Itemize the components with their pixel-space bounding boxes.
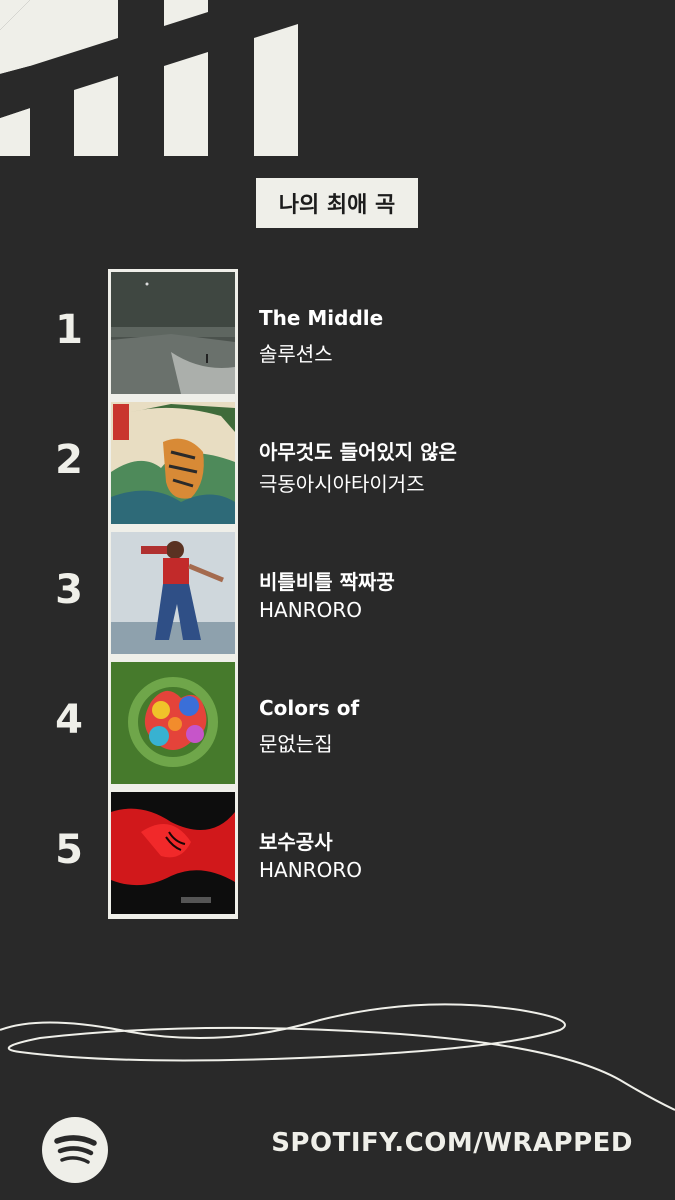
album-art-strip [108, 269, 238, 919]
track-title[interactable]: 아무것도 들어있지 않은 [259, 436, 457, 465]
track-artist[interactable]: 극동아시아타이거즈 [259, 468, 425, 497]
footer-url-link[interactable]: SPOTIFY.COM/WRAPPED [271, 1128, 633, 1158]
album-art-5[interactable] [111, 792, 235, 914]
rank-number: 1 [55, 307, 83, 353]
track-title[interactable]: 비틀비틀 짝짜꿍 [259, 566, 395, 595]
rank-number: 5 [55, 827, 83, 873]
track-title[interactable]: Colors of [259, 696, 359, 720]
track-title[interactable]: The Middle [259, 306, 383, 330]
album-art-3[interactable] [111, 532, 235, 654]
page-title: 나의 최애 곡 [256, 178, 418, 228]
track-artist[interactable]: 솔루션스 [259, 338, 333, 367]
track-artist[interactable]: HANRORO [259, 858, 362, 882]
album-art-4[interactable] [111, 662, 235, 784]
track-title[interactable]: 보수공사 [259, 826, 333, 855]
rank-number: 4 [55, 697, 83, 743]
album-art-2[interactable] [111, 402, 235, 524]
spotify-icon[interactable] [42, 1117, 108, 1183]
album-art-1[interactable] [111, 272, 235, 394]
track-artist[interactable]: 문없는집 [259, 728, 333, 757]
squiggle-line [0, 1003, 675, 1111]
track-artist[interactable]: HANRORO [259, 598, 362, 622]
checkered-banner [0, 0, 298, 156]
rank-number: 2 [55, 437, 83, 483]
rank-number: 3 [55, 567, 83, 613]
